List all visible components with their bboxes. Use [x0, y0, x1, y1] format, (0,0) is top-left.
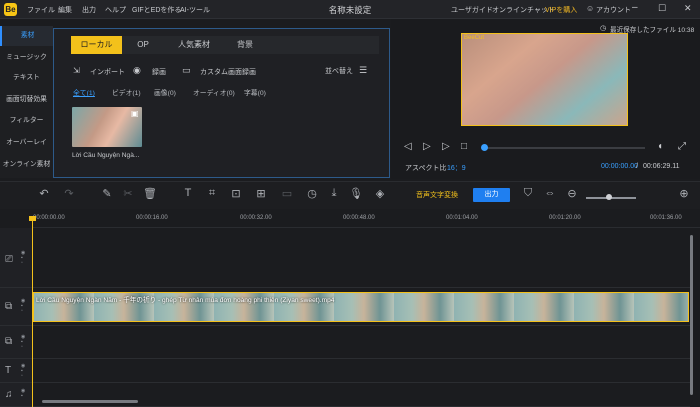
shield-icon[interactable]: ⛉ — [521, 187, 535, 200]
vip-purchase-link[interactable]: VIPを購入 — [545, 5, 577, 15]
import-button[interactable]: インポート — [90, 67, 125, 77]
aspect-ratio-value[interactable]: 16：9 — [447, 163, 466, 173]
export-button[interactable]: 出力 — [473, 188, 510, 202]
import-icon[interactable]: ⇲ — [73, 66, 80, 75]
time-separator: / — [636, 163, 638, 170]
undo-icon[interactable]: ↶ — [37, 187, 51, 200]
track-lane-audio[interactable] — [32, 383, 690, 407]
screen-record-icon[interactable]: ▭ — [182, 65, 191, 76]
sidebar-item-transitions[interactable]: 画面切替効果 — [0, 90, 53, 110]
track-lane-pip[interactable] — [32, 326, 690, 359]
tab-op[interactable]: OP — [124, 36, 162, 54]
filter-image[interactable]: 画像(0) — [154, 87, 176, 97]
ruler-tick: 00:00:00.00 — [33, 215, 65, 221]
track-lane-text[interactable] — [32, 359, 690, 383]
text-tool-icon[interactable]: T — [181, 187, 195, 199]
total-time: 00:06:29.11 — [643, 163, 680, 170]
color-fill-icon[interactable]: ◈ — [373, 187, 387, 200]
ruler-tick: 00:01:20.00 — [549, 215, 581, 221]
track-visibility-icon[interactable]: ◉ ▪ ▫ — [21, 251, 25, 266]
custom-screen-record-button[interactable]: カスタム画面録画 — [200, 67, 256, 77]
track-visibility-icon[interactable]: ◉ ▪ ▫ — [21, 299, 25, 314]
video-track-icon: ⎚ — [5, 254, 13, 265]
record-icon[interactable]: ◉ — [133, 65, 141, 76]
text-track-icon: T — [5, 365, 12, 376]
zoom-in-icon[interactable]: ⊕ — [677, 187, 691, 200]
split-icon[interactable]: ✂ — [121, 187, 135, 200]
window-title: 名称未設定 — [328, 5, 372, 15]
playback-progress-track[interactable] — [484, 147, 645, 149]
sidebar-item-text[interactable]: テキスト — [0, 68, 53, 88]
playhead-handle[interactable] — [29, 216, 36, 221]
playhead[interactable] — [32, 218, 33, 407]
current-time: 00:00:00.00 — [601, 163, 638, 170]
stop-icon[interactable]: □ — [461, 141, 467, 152]
freeze-icon[interactable]: ▭ — [280, 187, 294, 200]
ruler-tick: 00:01:36.00 — [650, 215, 682, 221]
clock-icon: ◷ — [600, 25, 607, 32]
resize-icon[interactable]: ⊡ — [229, 187, 243, 200]
sidebar-item-media[interactable]: 素材 — [0, 26, 53, 46]
speech-to-text-button[interactable]: 音声文字変換 — [416, 190, 458, 200]
edit-icon[interactable]: ✎ — [100, 187, 114, 200]
ruler-tick: 00:00:48.00 — [343, 215, 375, 221]
fullscreen-icon[interactable]: ⤢ — [678, 141, 686, 152]
ruler-tick: 00:01:04.00 — [446, 215, 478, 221]
record-button[interactable]: 録画 — [152, 67, 166, 77]
speed-icon[interactable]: ◷ — [305, 187, 319, 200]
crop-icon[interactable]: ⌗ — [205, 187, 219, 200]
user-guide-link[interactable]: ユーザガイド — [451, 5, 493, 15]
filter-all[interactable]: 全て(1) — [73, 87, 95, 97]
audio-track-icon: ♫ — [5, 389, 13, 400]
filter-subtitle[interactable]: 字幕(0) — [244, 87, 266, 97]
account-link[interactable]: アカウント — [596, 5, 631, 15]
filter-audio[interactable]: オーディオ(0) — [193, 87, 235, 97]
zoom-slider-handle[interactable] — [605, 194, 612, 200]
tab-popular[interactable]: 人気素材 — [164, 36, 224, 54]
media-item-name: Lời Cầu Nguyện Ngà... — [72, 152, 140, 159]
main-track-icon: ⧉ — [5, 301, 13, 312]
clip-label: Lời Cầu Nguyện Ngàn Năm - 千年の祈り - ghép T… — [36, 297, 335, 304]
playback-progress-handle[interactable] — [481, 144, 488, 151]
pip-track-icon: ⧉ — [5, 336, 13, 347]
close-icon[interactable]: ✕ — [684, 3, 692, 14]
minimize-icon[interactable]: – — [632, 2, 638, 13]
sidebar-item-online-media[interactable]: オンライン素材 — [0, 155, 53, 175]
tab-local[interactable]: ローカル — [71, 36, 122, 54]
vertical-scrollbar[interactable] — [690, 235, 693, 395]
preview-video[interactable] — [461, 33, 628, 126]
sort-button[interactable]: 並べ替え — [325, 66, 353, 76]
filter-video[interactable]: ビデオ(1) — [112, 87, 141, 97]
delete-icon[interactable]: 🗑 — [143, 187, 157, 200]
play-icon[interactable]: ▷ — [423, 141, 431, 152]
aspect-ratio-label: アスペクト比 — [405, 165, 447, 172]
sidebar-item-music[interactable]: ミュージック — [0, 48, 53, 68]
redo-icon[interactable]: ↷ — [62, 187, 76, 200]
account-icon[interactable]: ☺ — [586, 4, 594, 13]
voiceover-icon[interactable]: 🎙 — [349, 187, 363, 200]
tab-background[interactable]: 背景 — [226, 36, 264, 54]
ruler-tick: 00:00:32.00 — [240, 215, 272, 221]
ruler-tick: 00:00:16.00 — [136, 215, 168, 221]
sidebar-item-overlay[interactable]: オーバーレイ — [0, 133, 53, 153]
volume-icon[interactable]: ◖ — [657, 141, 663, 152]
horizontal-scrollbar[interactable] — [42, 400, 138, 403]
download-icon[interactable]: ⤓ — [327, 187, 341, 200]
mosaic-icon[interactable]: ⊞ — [254, 187, 268, 200]
prev-frame-icon[interactable]: ◁ — [404, 141, 412, 152]
track-lane-video[interactable] — [32, 228, 690, 288]
sort-icon[interactable]: ☰ — [359, 65, 367, 76]
fit-icon[interactable]: ⇔ — [543, 187, 557, 199]
maximize-icon[interactable]: ☐ — [658, 3, 666, 14]
track-visibility-icon[interactable]: ◉ ▪ ▫ — [21, 335, 25, 350]
sidebar-item-filters[interactable]: フィルター — [0, 111, 53, 131]
zoom-out-icon[interactable]: ⊖ — [565, 187, 579, 200]
track-visibility-icon[interactable]: ◉ ▪ — [21, 389, 25, 399]
watermark: BeeCut — [464, 35, 485, 41]
next-frame-icon[interactable]: ▷ — [442, 141, 450, 152]
video-type-icon: ▣ — [131, 109, 139, 118]
track-visibility-icon[interactable]: ◉ ▪ ▫ — [21, 364, 25, 379]
